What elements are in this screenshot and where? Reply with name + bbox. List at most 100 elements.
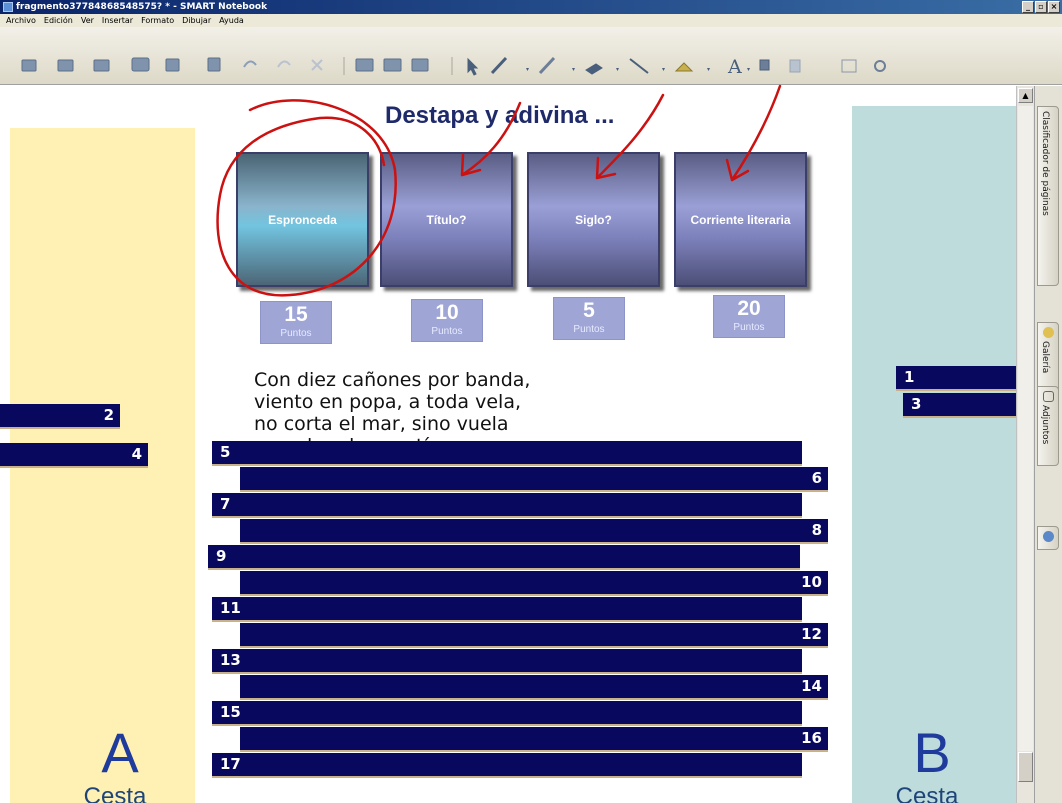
window-controls: _ ▫ × [1022,1,1060,13]
card-author[interactable]: Espronceda [236,152,369,287]
tab-attachments[interactable]: Adjuntos [1037,386,1059,466]
answer-strip[interactable]: 2 [0,404,120,427]
svg-text:▾: ▾ [616,66,619,73]
answer-strip[interactable]: 10 [240,571,828,594]
close-button[interactable]: × [1048,1,1060,13]
strip-number: 16 [801,729,822,747]
answer-strip[interactable]: 4 [0,443,148,466]
previous-page-icon[interactable] [57,59,74,72]
delete-icon[interactable] [311,59,323,71]
tab-properties[interactable] [1037,526,1059,550]
strip-number: 2 [103,406,114,424]
answer-strip[interactable]: 7 [212,493,802,516]
points-value: 15 [284,303,308,326]
answer-strip[interactable]: 14 [240,675,828,698]
paste-icon[interactable] [207,57,221,72]
strip-number: 8 [811,521,822,539]
card-title[interactable]: Título? [380,152,513,287]
toolbar-icons: ▾ ▾ ▾ ▾ ▾ ▾ [21,56,886,76]
menu-ver[interactable]: Ver [81,14,94,27]
answer-strip[interactable]: 15 [212,701,802,724]
answer-strip[interactable]: 6 [240,467,828,490]
pen-icon[interactable] [490,56,508,75]
vertical-scrollbar[interactable]: ▲ [1016,86,1034,803]
strip-number: 17 [220,755,241,773]
menu-insertar[interactable]: Insertar [102,14,133,27]
page-title: Destapa y adivina ... [385,102,615,129]
save-icon[interactable] [165,58,180,72]
menu-formato[interactable]: Formato [141,14,174,27]
side-tab-bar: Clasificador de páginas Galería Adjuntos [1034,86,1062,803]
points-label: Puntos [280,328,312,339]
eraser-icon[interactable] [585,63,603,75]
scroll-up-arrow-icon[interactable]: ▲ [1018,88,1033,103]
card-literary-movement[interactable]: Corriente literaria [674,152,807,287]
answer-strip[interactable]: 11 [212,597,802,620]
menu-archivo[interactable]: Archivo [6,14,36,27]
magic-pen-icon[interactable] [874,60,886,72]
properties-icon[interactable] [789,59,801,73]
answer-strip[interactable]: 16 [240,727,828,750]
strip-number: 15 [220,703,241,721]
points-label: Puntos [573,324,605,335]
points-box: 15 Puntos [260,301,332,344]
strip-number: 13 [220,651,241,669]
points-box: 10 Puntos [411,299,483,342]
answer-strip[interactable]: 3 [903,393,1016,416]
answer-strip[interactable]: 17 [212,753,802,776]
strip-number: 10 [801,573,822,591]
properties-tab-icon [1043,531,1054,542]
shapes-icon[interactable] [674,62,694,72]
answer-strip[interactable]: 5 [212,441,802,464]
screen-shade-icon[interactable] [355,58,374,72]
strip-number: 6 [811,469,822,487]
tab-page-sorter[interactable]: Clasificador de páginas [1037,106,1059,286]
redo-icon[interactable] [277,60,291,68]
menu-ayuda[interactable]: Ayuda [219,14,244,27]
points-label: Puntos [431,326,463,337]
strip-number: 9 [216,547,227,565]
basket-b-panel[interactable]: B Cesta [852,106,1016,803]
svg-text:▾: ▾ [747,66,750,73]
minimize-button[interactable]: _ [1022,1,1034,13]
undo-icon[interactable] [243,60,257,68]
answer-strip[interactable]: 9 [208,545,800,568]
menu-dibujar[interactable]: Dibujar [182,14,211,27]
answer-strip[interactable]: 12 [240,623,828,646]
scroll-thumb[interactable] [1018,752,1033,782]
strip-number: 7 [220,495,231,513]
answer-strip[interactable]: 1 [896,366,1016,389]
next-page-icon[interactable] [93,59,110,72]
notebook-page[interactable]: A Cesta B Cesta Destapa y adivina ... Es… [0,86,1016,803]
text-tool-icon[interactable]: A [728,56,742,78]
fill-icon[interactable] [759,59,770,71]
menu-edicion[interactable]: Edición [44,14,73,27]
poem-line: viento en popa, a toda vela, [254,391,522,413]
scroll-track[interactable] [1018,106,1033,751]
notebook-app-icon [3,2,13,12]
answer-strip[interactable]: 13 [212,649,802,672]
toolbar: ▾ ▾ ▾ ▾ ▾ ▾ A [0,27,1062,85]
capture-icon[interactable] [411,58,429,72]
basket-b-word: Cesta [895,783,959,803]
smart-notebook-window: fragmento37784868548575? * - SMART Noteb… [0,0,1062,803]
answer-strip[interactable]: 8 [240,519,828,542]
title-bar: fragmento37784868548575? * - SMART Noteb… [0,0,1062,14]
line-icon[interactable] [629,58,649,74]
creative-pen-icon[interactable] [538,56,556,75]
strip-number: 4 [131,445,142,463]
maximize-button[interactable]: ▫ [1035,1,1047,13]
poem-line: no corta el mar, sino vuela [254,413,509,435]
poem-line: Con diez cañones por banda, [254,369,531,391]
strip-number: 11 [220,599,241,617]
select-arrow-icon[interactable] [467,57,479,76]
points-value: 20 [737,297,761,320]
tab-label: Galería [1040,341,1050,374]
table-icon[interactable] [841,59,857,73]
new-page-icon[interactable] [21,59,37,72]
points-label: Puntos [733,322,765,333]
menu-bar: Archivo Edición Ver Insertar Formato Dib… [0,14,1062,27]
full-screen-icon[interactable] [383,58,402,72]
open-icon[interactable] [131,57,150,72]
card-century[interactable]: Siglo? [527,152,660,287]
